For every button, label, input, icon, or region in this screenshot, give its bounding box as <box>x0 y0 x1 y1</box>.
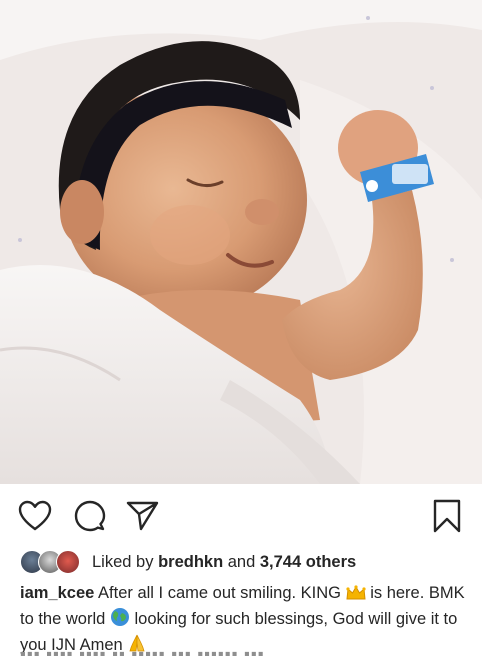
cut-off-text-fragment: ▪▪▪ ▪▪▪▪ ▪▪▪▪ ▪▪ ▪▪▪▪▪ ▪▪▪ ▪▪▪▪▪▪ ▪▪▪ <box>20 651 265 661</box>
liked-by-user-link[interactable]: bredhkn <box>158 553 223 572</box>
crown-emoji <box>346 585 366 607</box>
author-username[interactable]: iam_kcee <box>20 584 94 602</box>
globe-emoji <box>110 607 130 633</box>
action-bar <box>0 490 482 542</box>
newborn-photo <box>0 0 482 484</box>
comment-icon <box>74 500 106 532</box>
like-button[interactable] <box>17 498 53 534</box>
cut-off-line: ▪▪▪ ▪▪▪▪ ▪▪▪▪ ▪▪ ▪▪▪▪▪ ▪▪▪ ▪▪▪▪▪▪ ▪▪▪ <box>20 651 350 661</box>
caption-text-1: After all I came out smiling. KING <box>98 584 342 602</box>
post-image[interactable] <box>0 0 482 484</box>
liked-by-prefix: Liked by <box>92 552 154 571</box>
likes-row: Liked by bredhkn and 3,744 others <box>20 547 356 577</box>
avatar <box>56 550 80 574</box>
bookmark-icon <box>433 499 461 533</box>
liked-by-others-link[interactable]: 3,744 others <box>260 553 356 572</box>
post-caption: iam_kcee After all I came out smiling. K… <box>20 582 470 659</box>
comment-button[interactable] <box>72 498 108 534</box>
heart-icon <box>18 500 52 531</box>
liked-by-conjunction: and <box>227 552 256 571</box>
share-icon <box>126 501 159 531</box>
share-button[interactable] <box>125 498 161 534</box>
save-button[interactable] <box>429 498 465 534</box>
liker-avatars[interactable] <box>20 550 82 574</box>
